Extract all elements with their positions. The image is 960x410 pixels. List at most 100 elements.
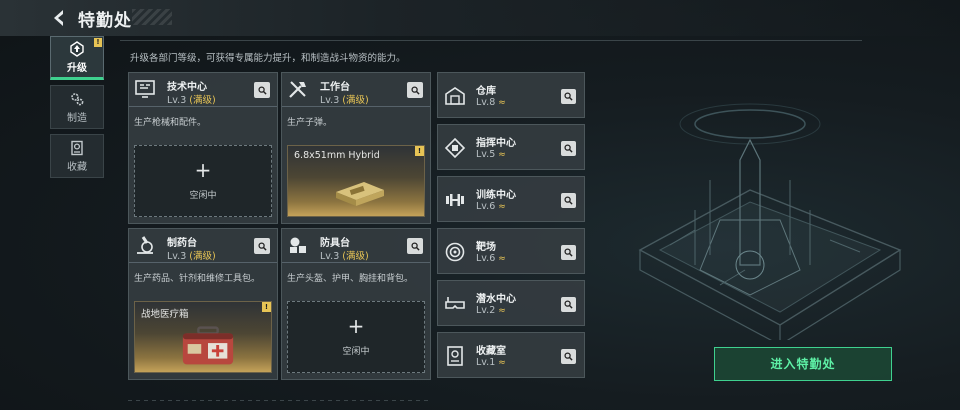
- workstation-name: 工作台: [320, 82, 350, 93]
- search-icon: [410, 241, 420, 251]
- base-hologram-illustration: [638, 103, 902, 340]
- workstation-description: 生产头盔、护甲、胸挂和背包。: [287, 274, 414, 284]
- search-button[interactable]: [254, 82, 270, 98]
- level-value: Lv.6: [476, 253, 496, 264]
- notification-badge: !: [415, 146, 424, 156]
- facility-level: Lv.5 ≈: [476, 149, 506, 160]
- facility-command-center[interactable]: 指挥中心 Lv.5 ≈: [437, 124, 585, 170]
- facility-level: Lv.6 ≈: [476, 201, 506, 212]
- search-icon: [564, 196, 573, 205]
- facility-level: Lv.6 ≈: [476, 253, 506, 264]
- search-button[interactable]: [407, 238, 423, 254]
- facility-training-center[interactable]: 训练中心 Lv.6 ≈: [437, 176, 585, 222]
- enter-special-ops-button[interactable]: 进入特勤处: [714, 347, 892, 381]
- search-icon: [257, 241, 267, 251]
- plus-icon: +: [347, 314, 365, 338]
- item-name: 战地医疗箱: [141, 309, 189, 320]
- workstation-name: 防具台: [320, 238, 350, 249]
- slot-status: 空闲中: [189, 191, 217, 201]
- diving-mask-icon: [445, 297, 465, 309]
- sidebar-item-collection[interactable]: 收藏: [50, 134, 104, 178]
- max-level-tag: (满级): [189, 95, 216, 106]
- armor-icon: [290, 237, 306, 253]
- collection-room-icon: [447, 346, 463, 366]
- production-slot-empty[interactable]: + 空闲中: [287, 301, 425, 373]
- upgrade-chevron-icon: ≈: [498, 202, 506, 212]
- title-decoration: [132, 9, 172, 25]
- level-value: Lv.3: [167, 95, 187, 106]
- back-arrow-icon[interactable]: [48, 7, 70, 29]
- sidebar-item-upgrade[interactable]: ! 升级: [50, 36, 104, 80]
- search-icon: [564, 248, 573, 257]
- search-button[interactable]: [254, 238, 270, 254]
- facility-name: 指挥中心: [476, 138, 516, 149]
- search-button[interactable]: [561, 297, 576, 312]
- search-icon: [410, 85, 420, 95]
- plus-icon: +: [194, 158, 212, 182]
- facility-name: 仓库: [476, 86, 496, 97]
- dumbbell-icon: [446, 194, 464, 206]
- sidebar-item-label: 升级: [67, 62, 87, 74]
- tools-icon: [289, 81, 306, 98]
- level-value: Lv.3: [167, 251, 187, 262]
- production-slot-empty[interactable]: + 空闲中: [134, 145, 272, 217]
- search-button[interactable]: [561, 193, 576, 208]
- upgrade-icon: [70, 40, 84, 57]
- workstation-description: 生产药品、针剂和维修工具包。: [134, 274, 261, 284]
- facility-name: 收藏室: [476, 346, 506, 357]
- facility-name: 训练中心: [476, 190, 516, 201]
- level-value: Lv.8: [476, 97, 496, 108]
- workstation-card-tech-center: 技术中心 Lv.3 (满级) 生产枪械和配件。 + 空闲中: [128, 72, 278, 224]
- level-value: Lv.2: [476, 305, 496, 316]
- level-value: Lv.5: [476, 149, 496, 160]
- search-button[interactable]: [561, 349, 576, 364]
- production-slot-item[interactable]: 6.8x51mm Hybrid !: [287, 145, 425, 217]
- upgrade-chevron-icon: ≈: [498, 98, 506, 108]
- facility-name: 潜水中心: [476, 294, 516, 305]
- card-header: 制药台 Lv.3 (满级): [129, 229, 277, 263]
- command-icon: [444, 137, 466, 159]
- ammo-box-icon: [336, 182, 384, 206]
- item-name: 6.8x51mm Hybrid: [294, 150, 380, 161]
- facility-collection-room[interactable]: 收藏室 Lv.1 ≈: [437, 332, 585, 378]
- level-value: Lv.3: [320, 251, 340, 262]
- workstation-level: Lv.3 (满级): [167, 248, 216, 262]
- workstation-name: 制药台: [167, 238, 197, 249]
- max-level-tag: (满级): [342, 251, 369, 262]
- section-description: 升级各部门等级，可获得专属能力提升，和制造战斗物资的能力。: [130, 53, 406, 64]
- level-value: Lv.1: [476, 357, 496, 368]
- workstation-card-pharmacy: 制药台 Lv.3 (满级) 生产药品、针剂和维修工具包。 战地医疗箱 !: [128, 228, 278, 380]
- page-title: 特勤处: [78, 11, 132, 31]
- workstation-level: Lv.3 (满级): [320, 248, 369, 262]
- facility-diving-center[interactable]: 潜水中心 Lv.2 ≈: [437, 280, 585, 326]
- warehouse-icon: [445, 87, 465, 105]
- max-level-tag: (满级): [189, 251, 216, 262]
- search-icon: [257, 85, 267, 95]
- facility-shooting-range[interactable]: 靶场 Lv.6 ≈: [437, 228, 585, 274]
- sidebar: ! 升级 制造 收藏: [50, 36, 106, 183]
- facility-warehouse[interactable]: 仓库 Lv.8 ≈: [437, 72, 585, 118]
- notification-badge: !: [262, 302, 271, 312]
- sidebar-item-label: 收藏: [67, 161, 87, 173]
- facility-level: Lv.2 ≈: [476, 305, 506, 316]
- gears-icon: [71, 92, 84, 105]
- workstation-description: 生产子弹。: [287, 118, 333, 128]
- sidebar-item-label: 制造: [67, 112, 87, 124]
- collection-icon: [71, 140, 83, 155]
- search-button[interactable]: [561, 141, 576, 156]
- workstation-name: 技术中心: [167, 82, 207, 93]
- medical-kit-icon: [182, 326, 234, 365]
- upgrade-chevron-icon: ≈: [498, 358, 506, 368]
- level-value: Lv.3: [320, 95, 340, 106]
- max-level-tag: (满级): [342, 95, 369, 106]
- search-button[interactable]: [561, 89, 576, 104]
- search-button[interactable]: [561, 245, 576, 260]
- production-slot-item[interactable]: 战地医疗箱 !: [134, 301, 272, 373]
- workstation-level: Lv.3 (满级): [320, 92, 369, 106]
- facility-name: 靶场: [476, 242, 496, 253]
- card-header: 工作台 Lv.3 (满级): [282, 73, 430, 107]
- upgrade-chevron-icon: ≈: [498, 306, 506, 316]
- microscope-icon: [137, 236, 153, 254]
- search-button[interactable]: [407, 82, 423, 98]
- sidebar-item-craft[interactable]: 制造: [50, 85, 104, 129]
